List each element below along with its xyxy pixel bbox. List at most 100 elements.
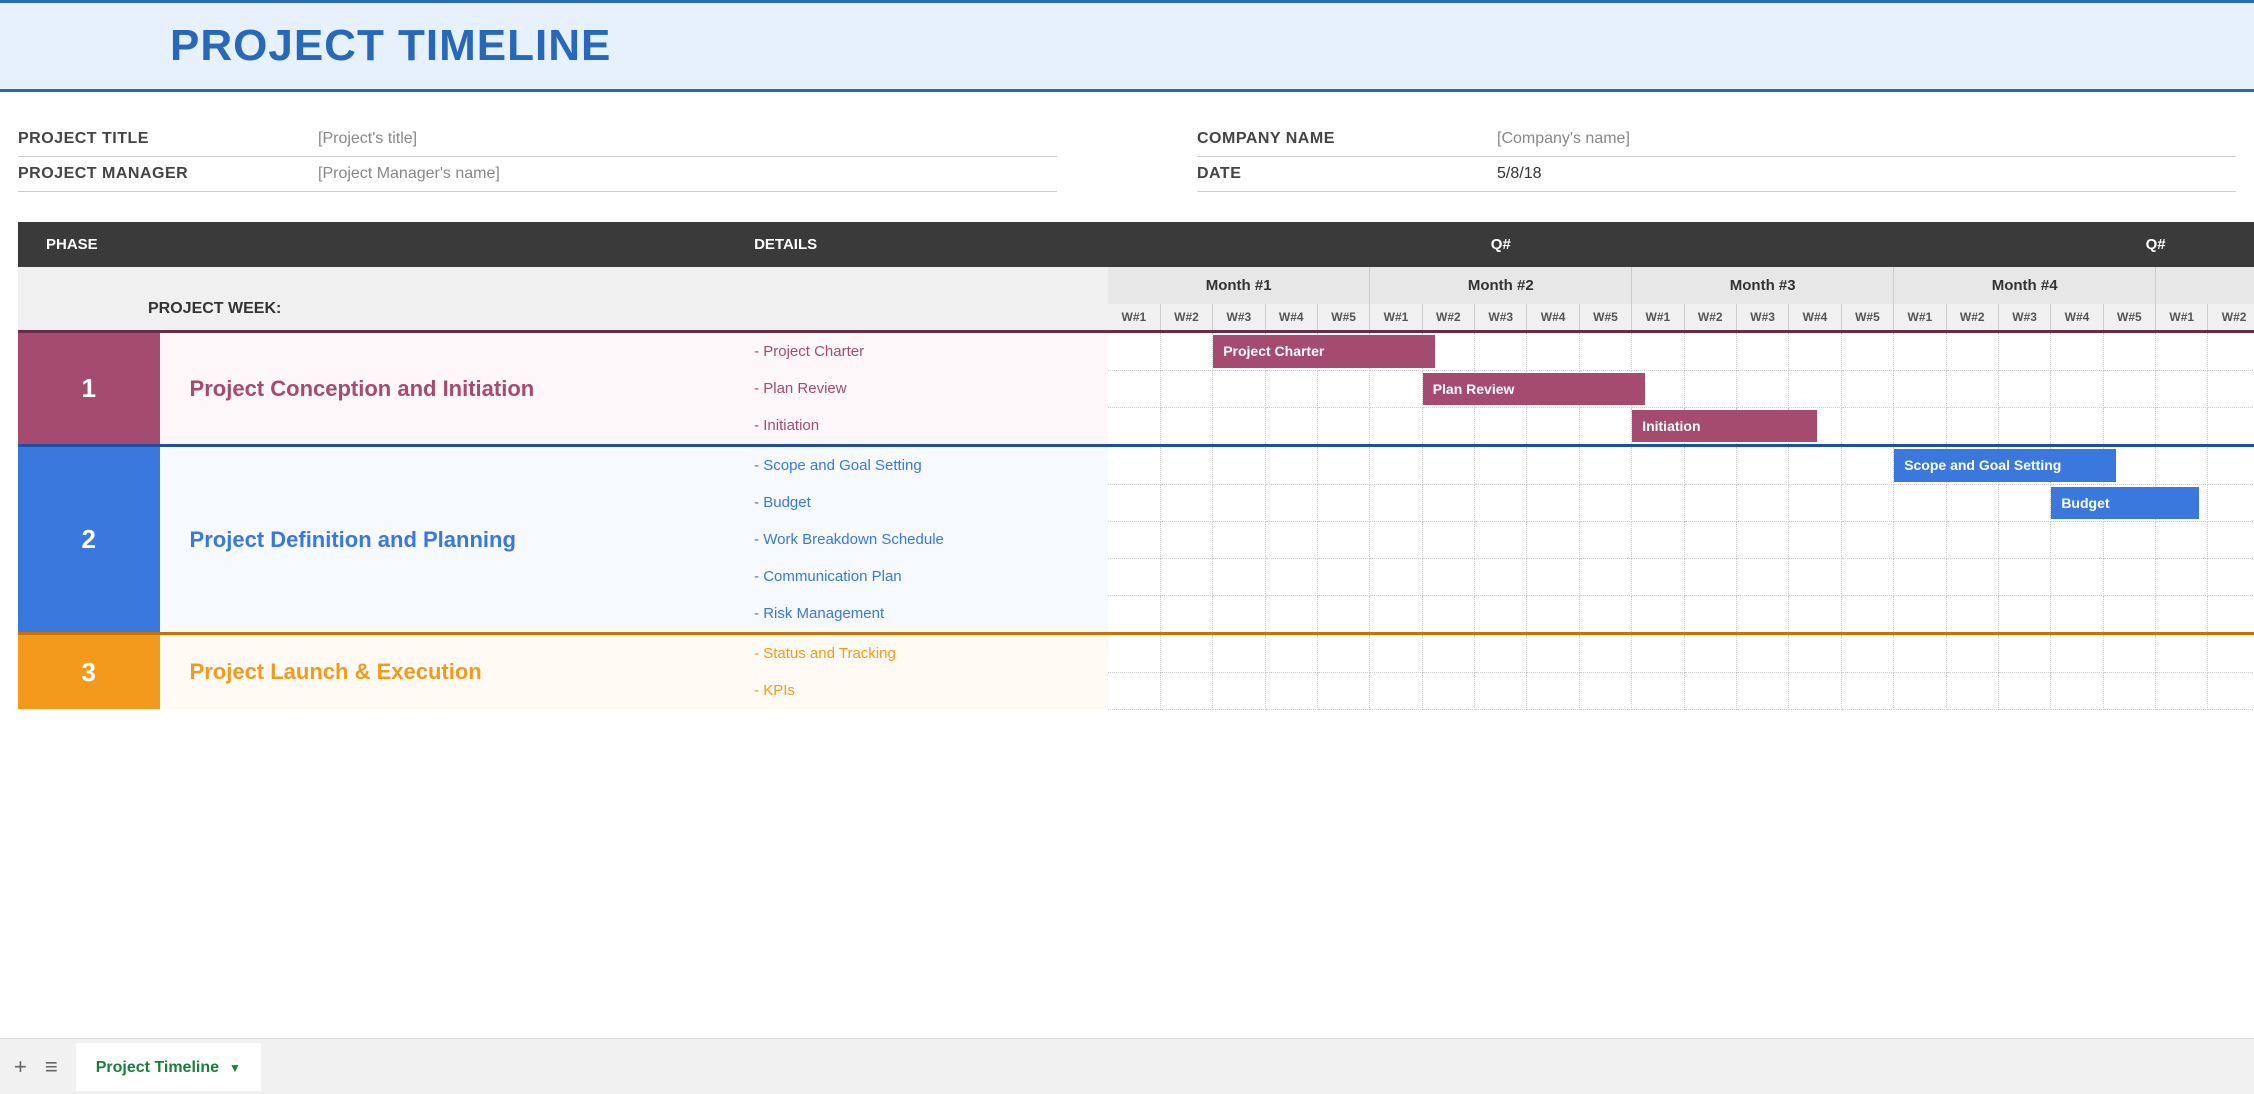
- gantt-cell[interactable]: [1684, 595, 1736, 634]
- gantt-cell[interactable]: [1736, 672, 1788, 709]
- gantt-cell[interactable]: [1998, 558, 2050, 595]
- gantt-cell[interactable]: [1160, 332, 1212, 371]
- gantt-cell[interactable]: [1998, 407, 2050, 446]
- gantt-cell[interactable]: [1160, 634, 1212, 673]
- gantt-cell[interactable]: [1317, 595, 1369, 634]
- gantt-cell[interactable]: [1998, 634, 2050, 673]
- gantt-cell[interactable]: [1160, 521, 1212, 558]
- gantt-bar[interactable]: Budget: [2051, 487, 2199, 519]
- gantt-cell[interactable]: [1736, 446, 1788, 485]
- gantt-cell[interactable]: [1317, 407, 1369, 446]
- gantt-cell[interactable]: [2103, 634, 2155, 673]
- gantt-cell[interactable]: [1422, 558, 1474, 595]
- gantt-cell[interactable]: [1736, 558, 1788, 595]
- gantt-cell[interactable]: [2103, 521, 2155, 558]
- sheet-tab-menu-caret[interactable]: ▼: [229, 1061, 241, 1075]
- gantt-cell[interactable]: [2051, 558, 2103, 595]
- gantt-cell[interactable]: [1684, 446, 1736, 485]
- gantt-bar[interactable]: Initiation: [1632, 410, 1817, 443]
- gantt-cell[interactable]: [1527, 672, 1579, 709]
- gantt-cell[interactable]: [1684, 370, 1736, 407]
- gantt-cell[interactable]: [1579, 595, 1631, 634]
- gantt-cell[interactable]: [1527, 484, 1579, 521]
- gantt-cell[interactable]: [1317, 558, 1369, 595]
- gantt-bar[interactable]: Project Charter: [1213, 335, 1435, 368]
- gantt-cell[interactable]: [1108, 521, 1160, 558]
- gantt-cell[interactable]: [2103, 332, 2155, 371]
- gantt-cell[interactable]: [2208, 634, 2254, 673]
- gantt-cell[interactable]: [1265, 672, 1317, 709]
- gantt-cell[interactable]: [1265, 484, 1317, 521]
- gantt-cell[interactable]: [1108, 672, 1160, 709]
- gantt-cell[interactable]: [1422, 407, 1474, 446]
- gantt-cell[interactable]: [1213, 634, 1265, 673]
- gantt-cell[interactable]: [1370, 672, 1422, 709]
- gantt-cell[interactable]: [2103, 407, 2155, 446]
- gantt-cell[interactable]: [1894, 521, 1946, 558]
- gantt-cell[interactable]: [1160, 558, 1212, 595]
- gantt-cell[interactable]: [1527, 446, 1579, 485]
- gantt-cell[interactable]: [2156, 634, 2208, 673]
- gantt-cell[interactable]: [1317, 634, 1369, 673]
- gantt-cell[interactable]: [1789, 370, 1841, 407]
- gantt-cell[interactable]: [1684, 521, 1736, 558]
- gantt-cell[interactable]: [1579, 332, 1631, 371]
- gantt-cell[interactable]: [1894, 370, 1946, 407]
- info-value[interactable]: 5/8/18: [1497, 165, 1541, 183]
- gantt-cell[interactable]: [1632, 484, 1684, 521]
- gantt-cell[interactable]: Project Charter: [1213, 332, 1265, 371]
- gantt-cell[interactable]: [2103, 672, 2155, 709]
- gantt-cell[interactable]: [1894, 634, 1946, 673]
- gantt-cell[interactable]: [2156, 407, 2208, 446]
- all-sheets-button[interactable]: ≡: [45, 1054, 58, 1080]
- gantt-cell[interactable]: [2051, 634, 2103, 673]
- gantt-cell[interactable]: [1841, 672, 1894, 709]
- gantt-cell[interactable]: [1946, 484, 1998, 521]
- gantt-cell[interactable]: [1265, 634, 1317, 673]
- gantt-cell[interactable]: [1946, 521, 1998, 558]
- add-sheet-button[interactable]: +: [14, 1054, 27, 1080]
- gantt-cell[interactable]: [1684, 672, 1736, 709]
- gantt-cell[interactable]: [1422, 484, 1474, 521]
- gantt-cell[interactable]: [1841, 484, 1894, 521]
- gantt-cell[interactable]: [1265, 521, 1317, 558]
- gantt-cell[interactable]: [2156, 521, 2208, 558]
- gantt-cell[interactable]: [2051, 672, 2103, 709]
- gantt-cell[interactable]: [1789, 484, 1841, 521]
- gantt-cell[interactable]: [2208, 332, 2254, 371]
- gantt-cell[interactable]: [2156, 558, 2208, 595]
- gantt-cell[interactable]: [1475, 672, 1527, 709]
- gantt-cell[interactable]: [1632, 595, 1684, 634]
- gantt-cell[interactable]: [2208, 446, 2254, 485]
- gantt-cell[interactable]: [1527, 521, 1579, 558]
- gantt-cell[interactable]: [1736, 521, 1788, 558]
- gantt-cell[interactable]: [1213, 407, 1265, 446]
- gantt-cell[interactable]: [2103, 370, 2155, 407]
- gantt-cell[interactable]: [2208, 370, 2254, 407]
- gantt-cell[interactable]: [2156, 446, 2208, 485]
- gantt-cell[interactable]: [2051, 370, 2103, 407]
- gantt-cell[interactable]: [1579, 672, 1631, 709]
- gantt-cell[interactable]: [1265, 558, 1317, 595]
- gantt-cell[interactable]: [1736, 634, 1788, 673]
- gantt-cell[interactable]: [1160, 446, 1212, 485]
- gantt-bar[interactable]: Plan Review: [1423, 373, 1645, 405]
- gantt-cell[interactable]: [2208, 558, 2254, 595]
- gantt-cell[interactable]: [1527, 595, 1579, 634]
- gantt-cell[interactable]: [1370, 595, 1422, 634]
- gantt-cell[interactable]: [2208, 521, 2254, 558]
- gantt-cell[interactable]: [1736, 332, 1788, 371]
- gantt-cell[interactable]: [1998, 332, 2050, 371]
- gantt-cell[interactable]: [1789, 672, 1841, 709]
- gantt-cell[interactable]: [1841, 370, 1894, 407]
- gantt-cell[interactable]: [1789, 521, 1841, 558]
- info-value[interactable]: [Project Manager's name]: [318, 165, 500, 183]
- gantt-cell[interactable]: [1998, 595, 2050, 634]
- gantt-cell[interactable]: [1160, 407, 1212, 446]
- gantt-cell[interactable]: [1632, 446, 1684, 485]
- gantt-cell[interactable]: [1998, 370, 2050, 407]
- gantt-cell[interactable]: Scope and Goal Setting: [1894, 446, 1946, 485]
- gantt-cell[interactable]: [2051, 521, 2103, 558]
- gantt-cell[interactable]: [1632, 332, 1684, 371]
- gantt-cell[interactable]: [1317, 484, 1369, 521]
